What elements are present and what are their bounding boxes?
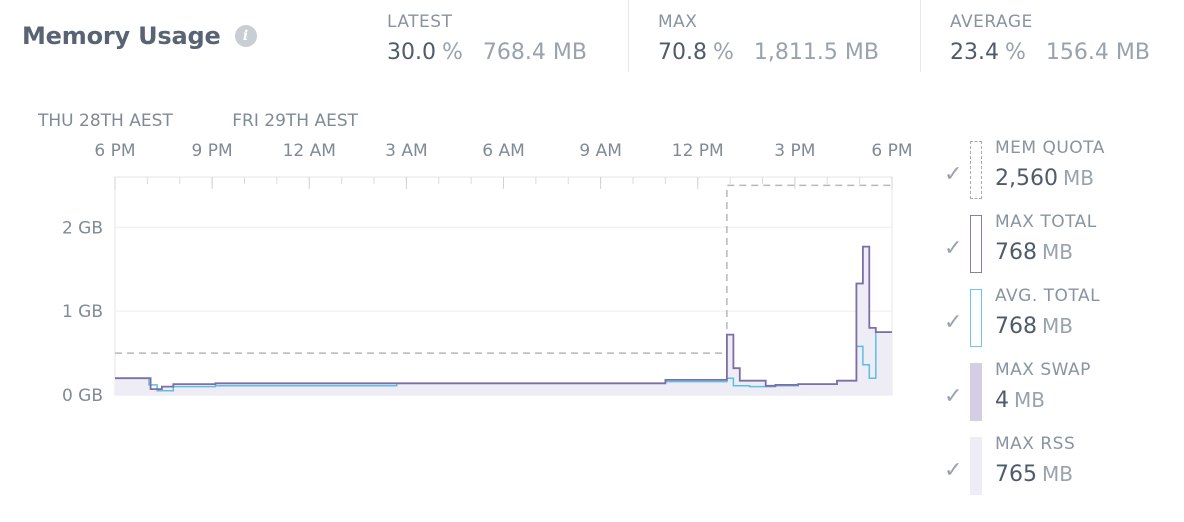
legend-unit: MB (1062, 166, 1094, 190)
legend-swatch (970, 363, 982, 421)
stat-average: AVERAGE 23.4% 156.4 MB (950, 0, 1180, 72)
legend-name: MAX RSS (995, 434, 1076, 454)
stat-pct-unit: % (712, 40, 734, 65)
legend-name: AVG. TOTAL (995, 286, 1101, 306)
stat-label: LATEST (387, 12, 453, 32)
check-icon[interactable]: ✓ (944, 384, 962, 409)
legend-name: MAX TOTAL (995, 212, 1097, 232)
legend-unit: MB (1042, 462, 1073, 486)
info-icon[interactable]: i (234, 25, 257, 47)
legend-swatch (970, 141, 982, 199)
stat-pct: 23.4 (950, 40, 999, 65)
legend-number: 2,560 (995, 166, 1058, 191)
day-label: FRI 29TH AEST (232, 111, 358, 131)
x-tick-label: 12 PM (672, 141, 724, 161)
stat-label: AVERAGE (950, 12, 1033, 32)
legend-value: 4 MB (995, 388, 1045, 413)
x-tick-label: 9 PM (192, 141, 233, 161)
x-tick-label: 6 PM (871, 141, 912, 161)
legend-name: MEM QUOTA (995, 138, 1105, 158)
plot-area (114, 176, 893, 396)
stat-pct: 70.8 (658, 40, 707, 65)
day-label: THU 28TH AEST (37, 111, 173, 131)
legend-value: 2,560 MB (995, 166, 1094, 191)
legend-number: 4 (995, 388, 1009, 413)
stat-label: MAX (658, 12, 698, 32)
x-tick-label: 6 PM (94, 141, 135, 161)
legend-number: 768 (995, 314, 1037, 339)
legend-name: MAX SWAP (995, 360, 1091, 380)
stat-mb: 1,811.5 MB (753, 40, 879, 65)
stat-divider (628, 0, 629, 72)
legend-item[interactable]: ✓ MAX RSS 765 MB (942, 434, 1182, 500)
legend-number: 768 (995, 240, 1037, 265)
stat-divider (920, 0, 921, 72)
legend-swatch (970, 437, 982, 495)
legend-unit: MB (1042, 240, 1073, 264)
legend-swatch (970, 289, 982, 347)
stat-mb: 768.4 MB (482, 40, 587, 65)
legend-value: 768 MB (995, 314, 1073, 339)
stat-pct-unit: % (441, 40, 463, 65)
x-tick-label: 9 AM (579, 141, 622, 161)
legend-item[interactable]: ✓ MAX TOTAL 768 MB (942, 212, 1182, 278)
title-row: Memory Usage i (22, 22, 257, 50)
legend-item[interactable]: ✓ AVG. TOTAL 768 MB (942, 286, 1182, 352)
y-tick-label: 2 GB (62, 218, 103, 238)
legend-unit: MB (1014, 388, 1045, 412)
check-icon[interactable]: ✓ (944, 458, 962, 483)
check-icon[interactable]: ✓ (944, 236, 962, 261)
stat-pct: 30.0 (387, 40, 436, 65)
stat-max: MAX 70.8% 1,811.5 MB (658, 0, 908, 72)
y-tick-label: 0 GB (62, 386, 103, 406)
x-tick-label: 6 AM (482, 141, 525, 161)
stat-latest: LATEST 30.0% 768.4 MB (387, 0, 617, 72)
check-icon[interactable]: ✓ (944, 162, 962, 187)
x-tick-label: 3 AM (385, 141, 428, 161)
y-tick-label: 1 GB (62, 302, 103, 322)
memory-usage-chart[interactable]: 0 GB 1 GB 2 GB 6 PM 9 PM 12 AM 3 AM 6 AM 9 AM 12 … (0, 100, 930, 520)
legend-item[interactable]: ✓ MEM QUOTA 2,560 MB (942, 138, 1182, 204)
stat-mb: 156.4 MB (1045, 40, 1150, 65)
x-tick-label: 3 PM (774, 141, 815, 161)
legend-number: 765 (995, 462, 1037, 487)
check-icon[interactable]: ✓ (944, 310, 962, 335)
page-title: Memory Usage (22, 22, 221, 50)
legend-item[interactable]: ✓ MAX SWAP 4 MB (942, 360, 1182, 426)
x-tick-label: 12 AM (283, 141, 336, 161)
legend-unit: MB (1042, 314, 1073, 338)
stat-pct-unit: % (1004, 40, 1026, 65)
legend-value: 768 MB (995, 240, 1073, 265)
legend-swatch (970, 215, 982, 273)
legend-value: 765 MB (995, 462, 1073, 487)
